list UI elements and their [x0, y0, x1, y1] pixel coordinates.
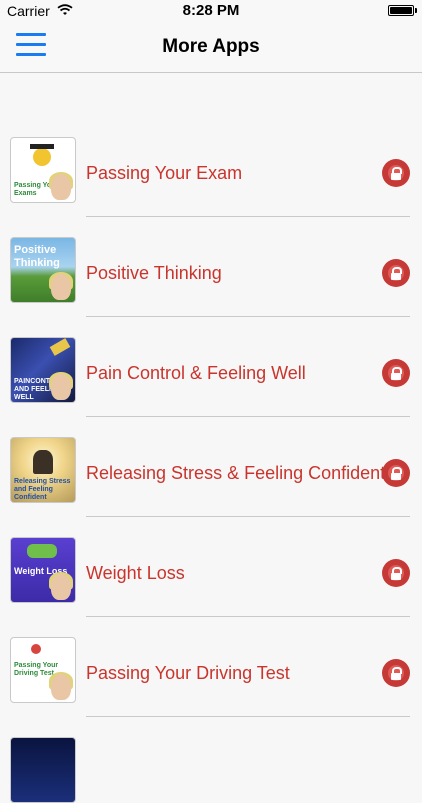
list-item[interactable]: Passing Your Exams Passing Your Exam: [0, 73, 422, 217]
battery-tip: [415, 8, 417, 13]
person-silhouette-icon: [33, 450, 53, 474]
battery-icon: [388, 5, 414, 16]
traffic-light-icon: [31, 644, 41, 654]
food-icon: [27, 544, 57, 558]
page-title: More Apps: [162, 36, 260, 57]
pencil-icon: [49, 338, 71, 356]
list-item[interactable]: PAINCONTROL AND FEELING WELL Pain Contro…: [0, 273, 422, 417]
app-thumbnail: [10, 737, 76, 803]
navigation-bar: More Apps: [0, 22, 422, 73]
smiley-icon: [33, 148, 51, 166]
list-item[interactable]: Releasing Stress and Feeling Confident R…: [0, 373, 422, 517]
status-time: 8:28 PM: [182, 2, 240, 19]
graduation-cap-icon: [30, 144, 54, 149]
list-item[interactable]: Passing Your Driving Test Passing Your D…: [0, 573, 422, 717]
list-item[interactable]: Weight Loss Weight Loss: [0, 473, 422, 617]
thumbnail-caption: Positive Thinking: [14, 244, 60, 269]
list-item-partial[interactable]: [0, 673, 422, 803]
list-item[interactable]: Positive Thinking Positive Thinking: [0, 173, 422, 317]
status-bar: Carrier 8:28 PM: [0, 0, 422, 22]
